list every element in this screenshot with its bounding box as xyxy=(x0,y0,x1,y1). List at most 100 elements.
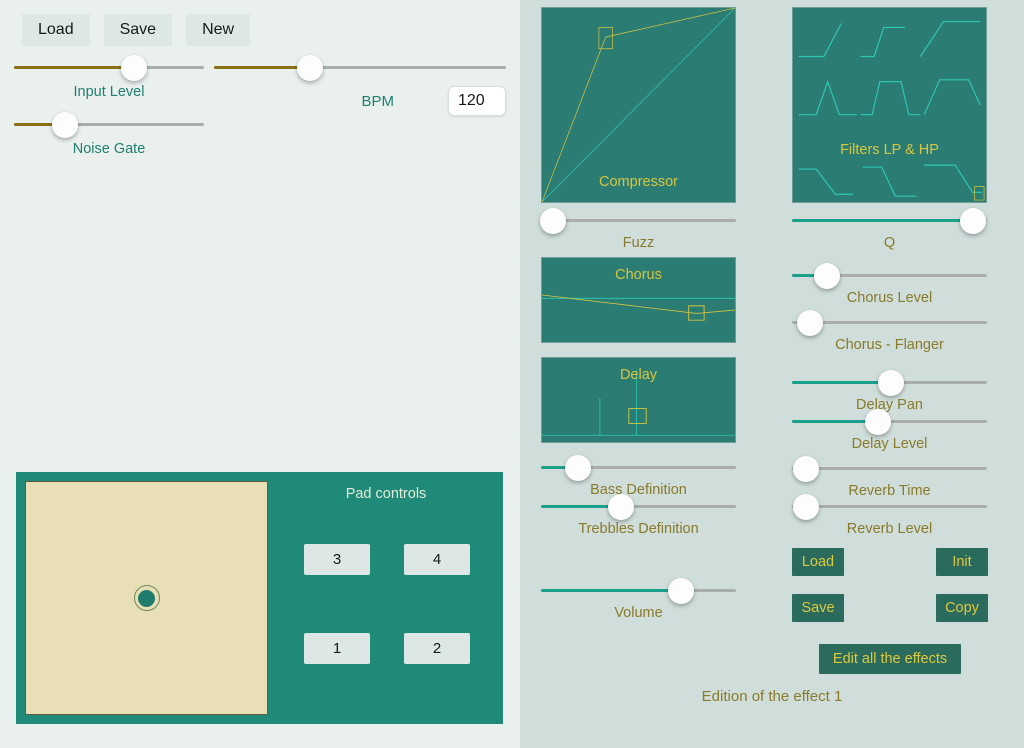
bpm-label: BPM xyxy=(361,92,394,110)
chorus-level-label: Chorus Level xyxy=(846,290,933,306)
trebbles-definition-control: Trebbles Definition xyxy=(541,494,736,537)
fuzz-label: Fuzz xyxy=(622,235,655,251)
pad-button-4[interactable]: 4 xyxy=(404,544,470,575)
effect-save-button[interactable]: Save xyxy=(792,594,844,622)
q-label: Q xyxy=(883,235,896,251)
delay-level-label: Delay Level xyxy=(851,436,928,452)
bpm-row: BPM xyxy=(214,86,506,116)
bpm-slider-control xyxy=(214,55,506,81)
delay-pan-control: Delay Pan xyxy=(792,370,987,413)
slider-knob[interactable] xyxy=(565,455,592,481)
reverb-level-label: Reverb Level xyxy=(846,521,933,537)
bass-definition-control: Bass Definition xyxy=(541,455,736,498)
effect-button-row-1: Load Init xyxy=(792,548,988,576)
volume-slider[interactable] xyxy=(541,578,736,604)
reverb-time-control: Reverb Time xyxy=(792,456,987,499)
unity-reference-line xyxy=(542,8,735,202)
chorus-graph[interactable]: Chorus xyxy=(541,257,736,343)
filter-shapes-svg xyxy=(798,20,986,202)
slider-knob[interactable] xyxy=(120,55,147,81)
chorus-flanger-slider[interactable] xyxy=(792,310,987,336)
q-control: Q xyxy=(792,208,987,251)
trebbles-definition-slider[interactable] xyxy=(541,494,736,520)
volume-label: Volume xyxy=(614,605,663,621)
highpass-curve-2 xyxy=(860,26,905,58)
filters-handle[interactable] xyxy=(974,186,984,200)
slider-knob[interactable] xyxy=(792,494,819,520)
compressor-graph[interactable]: Compressor xyxy=(541,7,736,203)
effect-copy-button[interactable]: Copy xyxy=(936,594,988,622)
bandpass-curve-2 xyxy=(860,81,921,116)
input-level-control: Input Level xyxy=(14,55,204,100)
fuzz-control: Fuzz xyxy=(539,208,736,251)
slider-knob[interactable] xyxy=(814,263,841,289)
chorus-modulation-curve xyxy=(542,295,735,313)
reverb-time-slider[interactable] xyxy=(792,456,987,482)
slider-fill xyxy=(541,589,682,592)
bass-definition-slider[interactable] xyxy=(541,455,736,481)
q-slider[interactable] xyxy=(792,208,987,234)
lowpass-curve-1 xyxy=(798,168,853,195)
global-controls-panel: Load Save New Input Level BPM Noise Gate xyxy=(0,0,520,748)
slider-knob[interactable] xyxy=(960,208,987,234)
slider-knob[interactable] xyxy=(864,409,891,435)
pad-button-3[interactable]: 3 xyxy=(304,544,370,575)
reverb-level-control: Reverb Level xyxy=(792,494,987,537)
bandpass-curve-3 xyxy=(923,79,981,115)
edit-all-effects-button[interactable]: Edit all the effects xyxy=(818,644,962,674)
effect-init-button[interactable]: Init xyxy=(936,548,988,576)
highpass-curve-3 xyxy=(919,20,981,57)
new-button[interactable]: New xyxy=(186,14,251,46)
pad-button-2[interactable]: 2 xyxy=(404,633,470,664)
delay-handle[interactable] xyxy=(629,408,646,423)
slider-knob[interactable] xyxy=(52,112,79,138)
effect-preset-buttons: Load Init Save Copy Edit all the effects xyxy=(792,548,988,674)
highpass-curve-1 xyxy=(798,23,842,58)
chorus-curve-svg xyxy=(542,258,735,342)
pad-button-1[interactable]: 1 xyxy=(304,633,370,664)
edition-caption: Edition of the effect 1 xyxy=(701,688,843,705)
compressor-curve-svg xyxy=(542,8,735,202)
save-button[interactable]: Save xyxy=(103,14,173,46)
noise-gate-control: Noise Gate xyxy=(14,112,204,157)
noise-gate-slider[interactable] xyxy=(14,112,204,138)
slider-knob[interactable] xyxy=(792,456,819,482)
delay-level-slider[interactable] xyxy=(792,409,987,435)
slider-fill xyxy=(792,381,892,384)
delay-graph[interactable]: Delay xyxy=(541,357,736,443)
pad-controls-section: Pad controls 3 4 1 2 xyxy=(16,472,503,724)
slider-knob[interactable] xyxy=(796,310,823,336)
chorus-flanger-label: Chorus - Flanger xyxy=(835,337,944,353)
fuzz-slider[interactable] xyxy=(539,208,736,234)
slider-knob[interactable] xyxy=(668,578,695,604)
file-toolbar: Load Save New xyxy=(22,14,251,46)
xy-pad-surface[interactable] xyxy=(25,481,268,715)
slider-knob[interactable] xyxy=(539,208,566,234)
input-level-label: Input Level xyxy=(73,84,145,100)
reverb-level-slider[interactable] xyxy=(792,494,987,520)
slider-knob[interactable] xyxy=(297,55,324,81)
trebbles-definition-label: Trebbles Definition xyxy=(578,521,699,537)
effect-button-row-2: Save Copy xyxy=(792,594,988,622)
slider-knob[interactable] xyxy=(878,370,905,396)
filters-graph[interactable]: Filters LP & HP xyxy=(792,7,987,203)
bpm-input[interactable] xyxy=(448,86,506,116)
bpm-slider[interactable] xyxy=(214,55,506,81)
delay-pan-slider[interactable] xyxy=(792,370,987,396)
chorus-level-slider[interactable] xyxy=(792,263,987,289)
effect-load-button[interactable]: Load xyxy=(792,548,844,576)
bandpass-curve-1 xyxy=(798,79,857,116)
load-button[interactable]: Load xyxy=(22,14,90,46)
slider-track xyxy=(792,467,987,470)
slider-fill xyxy=(214,66,311,69)
volume-control: Volume xyxy=(541,578,736,621)
xy-pad-cursor[interactable] xyxy=(133,585,160,611)
lowpass-curve-2 xyxy=(862,166,917,197)
pad-button-grid: 3 4 1 2 xyxy=(304,544,476,664)
slider-fill xyxy=(14,66,134,69)
delay-level-control: Delay Level xyxy=(792,409,987,452)
slider-knob[interactable] xyxy=(607,494,634,520)
slider-fill xyxy=(792,219,974,222)
input-level-slider[interactable] xyxy=(14,55,204,81)
pad-controls-title: Pad controls xyxy=(345,486,427,502)
